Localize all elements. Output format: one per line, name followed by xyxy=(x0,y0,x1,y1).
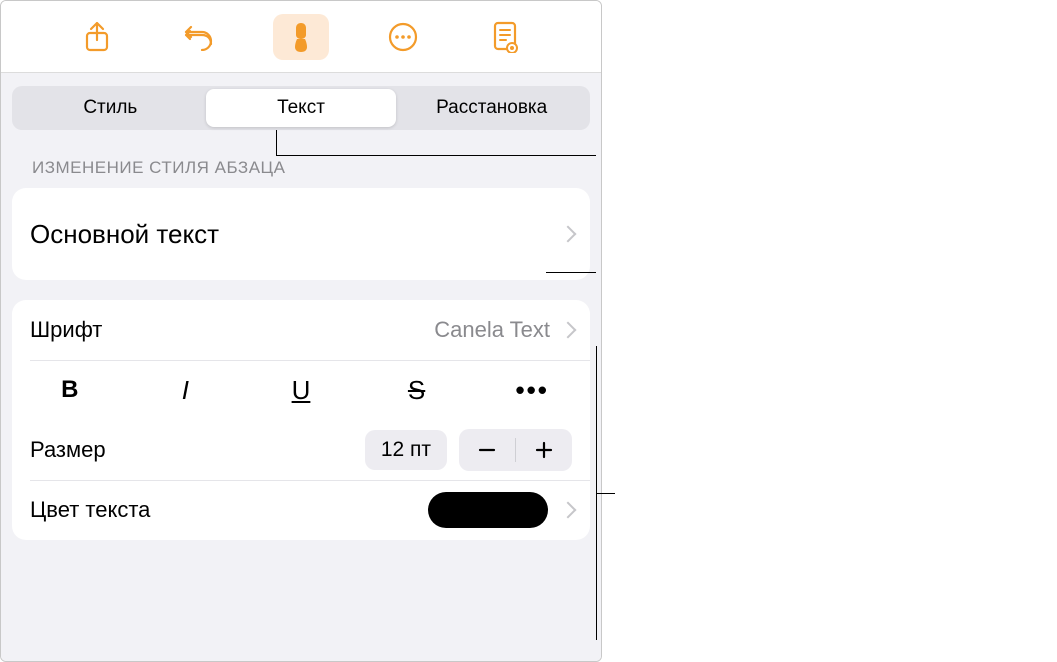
bold-button[interactable]: B xyxy=(12,360,128,420)
tab-style-label: Стиль xyxy=(83,97,137,119)
tab-layout[interactable]: Расстановка xyxy=(396,89,587,127)
bold-label: B xyxy=(61,376,78,404)
color-swatch[interactable] xyxy=(428,492,548,528)
size-value: 12 пт xyxy=(381,438,431,461)
share-button[interactable] xyxy=(69,14,125,60)
strikethrough-button[interactable]: S xyxy=(359,360,475,420)
font-card: Шрифт Canela Text B I U S •• xyxy=(12,300,590,540)
underline-button[interactable]: U xyxy=(243,360,359,420)
tab-style[interactable]: Стиль xyxy=(15,89,206,127)
plus-icon xyxy=(534,440,554,460)
more-button[interactable] xyxy=(375,14,431,60)
font-label: Шрифт xyxy=(30,317,102,343)
size-increase-button[interactable] xyxy=(516,429,572,471)
strike-label: S xyxy=(408,375,425,406)
tab-text[interactable]: Текст xyxy=(206,89,397,127)
chevron-right-icon xyxy=(562,502,572,518)
size-value-field[interactable]: 12 пт xyxy=(365,430,447,470)
size-row: Размер 12 пт xyxy=(12,420,590,480)
format-panel: Стиль Текст Расстановка ИЗМЕНЕНИЕ СТИЛЯ … xyxy=(0,0,602,662)
segmented-control: Стиль Текст Расстановка xyxy=(12,86,590,130)
more-format-button[interactable]: ••• xyxy=(474,360,590,420)
brush-icon xyxy=(287,21,315,53)
text-color-row[interactable]: Цвет текста xyxy=(12,480,590,540)
toolbar xyxy=(1,1,601,73)
size-decrease-button[interactable] xyxy=(459,429,515,471)
section-header-paragraph-style: ИЗМЕНЕНИЕ СТИЛЯ АБЗАЦА xyxy=(32,158,590,178)
size-label: Размер xyxy=(30,437,106,463)
format-brush-button[interactable] xyxy=(273,14,329,60)
document-view-button[interactable] xyxy=(477,14,533,60)
chevron-right-icon xyxy=(562,226,572,242)
chevron-right-icon xyxy=(562,322,572,338)
font-row[interactable]: Шрифт Canela Text xyxy=(12,300,590,360)
paragraph-style-row[interactable]: Основной текст xyxy=(12,188,590,280)
more-icon xyxy=(388,22,418,52)
undo-icon xyxy=(184,23,214,51)
undo-button[interactable] xyxy=(171,14,227,60)
underline-label: U xyxy=(292,375,311,406)
paragraph-style-card: Основной текст xyxy=(12,188,590,280)
size-stepper xyxy=(459,429,572,471)
text-color-label: Цвет текста xyxy=(30,497,150,523)
document-icon xyxy=(492,21,518,53)
share-icon xyxy=(84,21,110,53)
panel-body: Стиль Текст Расстановка ИЗМЕНЕНИЕ СТИЛЯ … xyxy=(1,73,601,661)
font-value: Canela Text xyxy=(434,317,550,343)
text-format-row: B I U S ••• xyxy=(12,360,590,420)
minus-icon xyxy=(477,440,497,460)
more-label: ••• xyxy=(516,375,549,406)
paragraph-style-value: Основной текст xyxy=(30,219,219,250)
italic-label: I xyxy=(182,375,189,406)
tab-layout-label: Расстановка xyxy=(436,97,547,119)
italic-button[interactable]: I xyxy=(128,360,244,420)
tab-text-label: Текст xyxy=(277,97,325,119)
